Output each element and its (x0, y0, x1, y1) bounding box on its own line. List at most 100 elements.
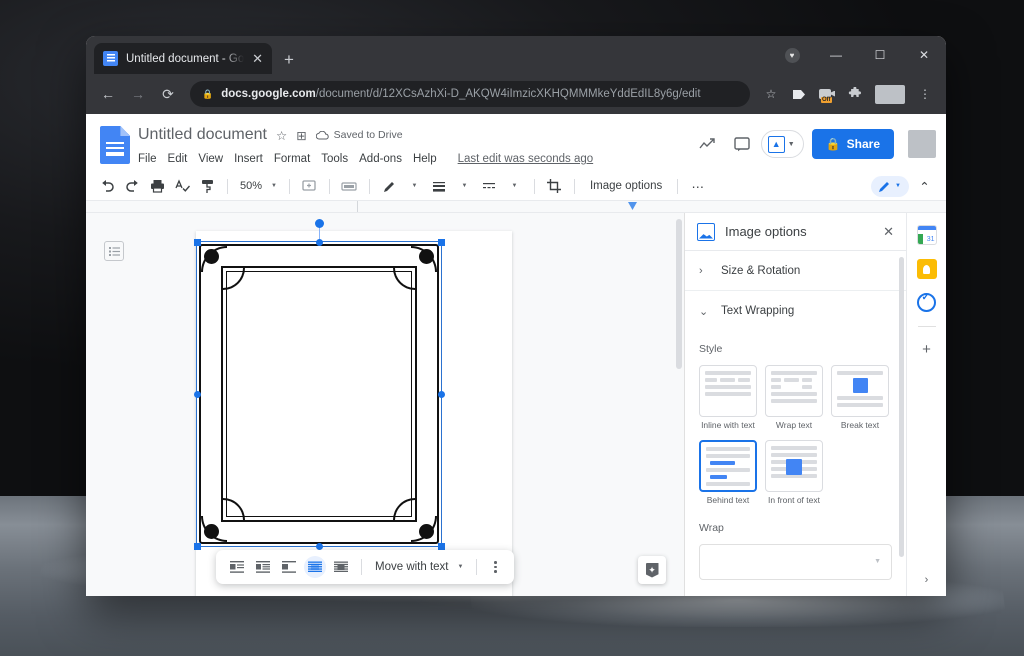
image-options-panel: Image options ✕ › Size & Rotation ⌄ Text… (684, 213, 906, 596)
resize-handle-tr[interactable] (438, 239, 445, 246)
chevron-down-icon[interactable]: ▼ (503, 175, 526, 198)
redo-icon[interactable] (121, 175, 144, 198)
section-text-wrapping[interactable]: ⌄ Text Wrapping (685, 291, 906, 331)
print-icon[interactable] (146, 175, 169, 198)
style-caption: Wrap text (765, 421, 823, 430)
wrap-inline-with-text-icon[interactable] (226, 556, 248, 578)
camera-off-icon[interactable]: Off (814, 81, 840, 107)
expand-rail-icon[interactable]: › (925, 574, 929, 586)
activity-dashboard-icon[interactable] (693, 129, 723, 159)
profile-badge[interactable]: ♥ (770, 36, 814, 74)
style-option-break-text[interactable]: Break text (831, 365, 889, 430)
menu-format[interactable]: Format (274, 153, 310, 165)
chevron-down-icon[interactable]: ▼ (403, 175, 426, 198)
move-to-folder-icon[interactable]: ⊞ (296, 128, 306, 143)
comment-history-icon[interactable] (727, 129, 757, 159)
collapse-toolbar-icon[interactable]: ⌃ (913, 175, 936, 198)
section-size-and-rotation[interactable]: › Size & Rotation (685, 251, 906, 291)
menu-addons[interactable]: Add-ons (359, 153, 402, 165)
image-options-button[interactable]: Image options (583, 180, 669, 192)
resize-handle-ml[interactable] (194, 391, 201, 398)
menu-view[interactable]: View (198, 153, 223, 165)
add-comment-icon[interactable] (298, 175, 321, 198)
document-title[interactable]: Untitled document (138, 126, 267, 144)
style-option-in-front-of-text[interactable]: In front of text (765, 440, 823, 505)
document-canvas[interactable]: Move with text ▼ ✦ (86, 213, 684, 596)
wrap-select[interactable]: ▼ (699, 544, 892, 580)
image-more-options-icon[interactable] (486, 561, 504, 573)
new-tab-button[interactable]: + (284, 51, 294, 68)
browser-menu-icon[interactable]: ⋮ (912, 81, 938, 107)
style-option-behind-text[interactable]: Behind text (699, 440, 757, 505)
rotation-handle[interactable] (315, 219, 324, 228)
menu-help[interactable]: Help (413, 153, 437, 165)
style-option-wrap-text[interactable]: Wrap text (765, 365, 823, 430)
document-ruler[interactable] (86, 201, 946, 213)
panel-scrollbar[interactable] (899, 257, 904, 557)
crop-icon[interactable] (543, 175, 566, 198)
menu-insert[interactable]: Insert (234, 153, 263, 165)
explore-button[interactable]: ✦ (638, 556, 666, 584)
wrap-text-icon[interactable] (252, 556, 274, 578)
browser-window: Untitled document - Google Doc ✕ + ♥ — ☐… (86, 36, 946, 596)
border-weight-icon[interactable] (428, 175, 451, 198)
menu-edit[interactable]: Edit (168, 153, 188, 165)
style-option-inline-with-text[interactable]: Inline with text (699, 365, 757, 430)
zoom-selector[interactable]: 50% ▼ (236, 176, 281, 197)
maximize-button[interactable]: ☐ (858, 36, 902, 74)
bookmark-star-icon[interactable]: ☆ (758, 81, 784, 107)
chevron-down-icon: ⌄ (699, 305, 709, 318)
paint-format-icon[interactable] (196, 175, 219, 198)
resize-handle-tc[interactable] (316, 239, 323, 246)
document-page[interactable] (196, 231, 512, 596)
resize-handle-br[interactable] (438, 543, 445, 550)
google-tasks-icon[interactable] (917, 293, 936, 312)
document-outline-icon[interactable] (104, 241, 124, 261)
google-calendar-icon[interactable]: 31 (917, 225, 937, 245)
share-button[interactable]: 🔒 Share (812, 129, 894, 159)
present-button[interactable]: ▲ ▼ (761, 130, 804, 158)
menu-tools[interactable]: Tools (321, 153, 348, 165)
close-panel-icon[interactable]: ✕ (883, 224, 894, 240)
chevron-down-icon: ▼ (895, 183, 901, 189)
extensions-puzzle-icon[interactable] (842, 81, 868, 107)
border-pen-icon[interactable] (378, 175, 401, 198)
wrap-break-text-icon[interactable] (278, 556, 300, 578)
image-selection-box[interactable] (196, 241, 442, 547)
address-bar[interactable]: 🔒 docs.google.com/document/d/12XCsAzhXi-… (190, 81, 750, 107)
wrap-behind-text-icon[interactable] (304, 556, 326, 578)
back-icon[interactable]: ← (94, 80, 122, 108)
profile-avatar[interactable] (875, 85, 905, 104)
editing-mode-button[interactable]: ▼ (871, 176, 909, 197)
browser-tab[interactable]: Untitled document - Google Doc ✕ (94, 43, 272, 74)
menu-file[interactable]: File (138, 153, 157, 165)
close-window-button[interactable]: ✕ (902, 36, 946, 74)
style-thumb-in-front (765, 440, 823, 492)
canvas-scrollbar[interactable] (676, 219, 682, 369)
spellcheck-icon[interactable] (171, 175, 194, 198)
resize-handle-bc[interactable] (316, 543, 323, 550)
google-keep-icon[interactable] (917, 259, 937, 279)
account-avatar[interactable] (908, 130, 936, 158)
minimize-button[interactable]: — (814, 36, 858, 74)
position-mode-selector[interactable]: Move with text ▼ (371, 561, 467, 573)
star-icon[interactable]: ☆ (276, 128, 287, 143)
resize-handle-tl[interactable] (194, 239, 201, 246)
add-addon-button[interactable]: + (922, 341, 931, 358)
reload-icon[interactable]: ⟳ (154, 80, 182, 108)
tab-title: Untitled document - Google Doc (126, 53, 244, 65)
resize-handle-mr[interactable] (438, 391, 445, 398)
indent-marker[interactable] (628, 202, 637, 210)
chevron-down-icon[interactable]: ▼ (453, 175, 476, 198)
tag-icon[interactable] (786, 81, 812, 107)
line-dash-icon[interactable] (478, 175, 501, 198)
resize-handle-bl[interactable] (194, 543, 201, 550)
forward-icon[interactable]: → (124, 80, 152, 108)
wrap-in-front-of-text-icon[interactable] (330, 556, 352, 578)
tab-close-icon[interactable]: ✕ (252, 52, 263, 65)
docs-title-area: Untitled document ☆ ⊞ Saved to Drive Fil… (138, 122, 693, 169)
last-edit-link[interactable]: Last edit was seconds ago (458, 153, 594, 165)
border-color-icon[interactable] (338, 175, 361, 198)
more-options-icon[interactable]: ⋯ (686, 175, 709, 198)
undo-icon[interactable] (96, 175, 119, 198)
